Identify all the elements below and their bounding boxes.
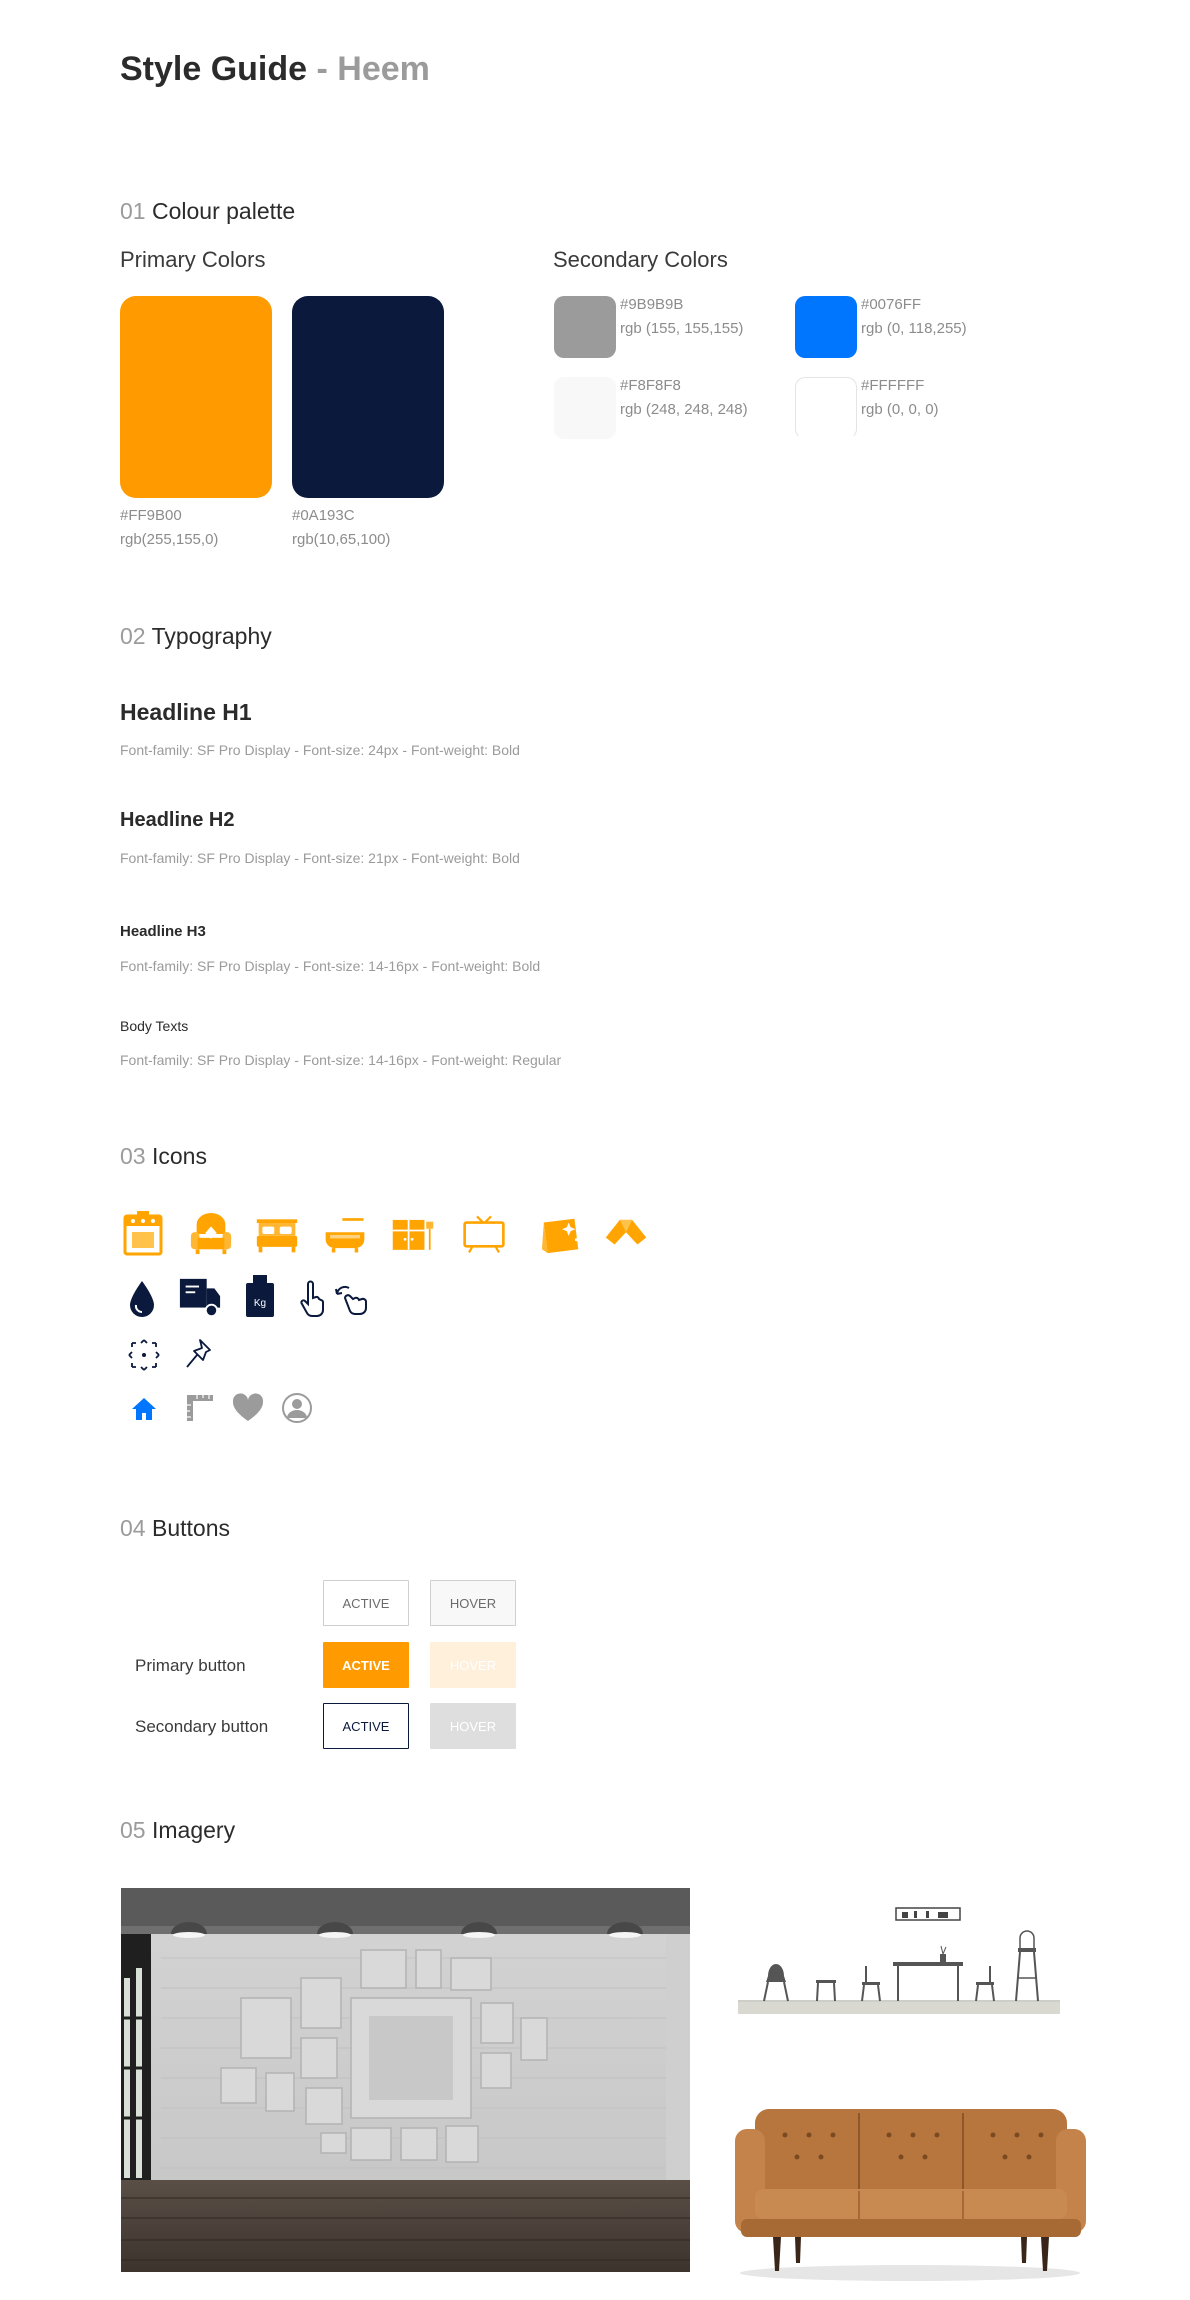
hex-value: #9B9B9B [620, 296, 684, 313]
title-separator: - [307, 50, 338, 88]
typography-h2-description: Font-family: SF Pro Display - Font-size:… [120, 850, 520, 866]
typography-body-sample: Body Texts [120, 1018, 189, 1034]
title-subtitle: Heem [337, 50, 430, 88]
primary-hover-button[interactable]: HOVER [430, 1642, 516, 1688]
hex-value: #F8F8F8 [620, 377, 681, 394]
section-heading-typography: 02 Typography [120, 623, 272, 650]
default-hover-button[interactable]: HOVER [430, 1580, 516, 1626]
section-number: 03 [120, 1143, 146, 1169]
section-title: Buttons [151, 1515, 230, 1541]
section-number: 04 [120, 1515, 146, 1541]
page-title: Style Guide - Heem [120, 50, 430, 89]
delivery-truck-icon [178, 1276, 222, 1320]
typography-h3-description: Font-family: SF Pro Display - Font-size:… [120, 958, 541, 974]
primary-active-button[interactable]: ACTIVE [323, 1642, 409, 1688]
secondary-active-button[interactable]: ACTIVE [323, 1703, 409, 1749]
rgb-value: rgb (0, 0, 0) [861, 401, 939, 418]
section-title: Imagery [151, 1817, 236, 1843]
section-title: Typography [151, 623, 272, 649]
pin-icon [178, 1332, 222, 1376]
leather-sofa-image [733, 2105, 1088, 2285]
rgb-value: rgb(255,155,0) [120, 531, 219, 548]
user-icon [275, 1386, 319, 1430]
swatch-label-light: #F8F8F8 rgb (248, 248, 248) [620, 374, 748, 422]
section-heading-imagery: 05 Imagery [120, 1817, 235, 1844]
primary-colors-heading: Primary Colors [120, 247, 266, 272]
heart-icon [226, 1386, 270, 1430]
section-title: Colour palette [151, 198, 296, 224]
water-drop-icon [120, 1277, 164, 1321]
move-arrows-icon [122, 1333, 166, 1377]
section-heading-icons: 03 Icons [120, 1143, 207, 1170]
typography-h2-sample: Headline H2 [120, 809, 235, 831]
swatch-secondary-light [554, 377, 616, 439]
section-title: Icons [151, 1143, 207, 1169]
home-icon [122, 1387, 166, 1431]
default-active-button[interactable]: ACTIVE [323, 1580, 409, 1626]
section-number: 05 [120, 1817, 146, 1843]
box-sparkle-icon [540, 1212, 584, 1256]
secondary-button-label: Secondary button [135, 1717, 269, 1736]
section-heading-palette: 01 Colour palette [120, 198, 295, 225]
swatch-secondary-gray [554, 296, 616, 358]
stove-icon [121, 1211, 165, 1256]
title-main: Style Guide [120, 50, 308, 88]
rgb-value: rgb (0, 118,255) [861, 320, 967, 337]
section-number: 02 [120, 623, 146, 649]
swatch-secondary-blue [795, 296, 857, 358]
section-heading-buttons: 04 Buttons [120, 1515, 230, 1542]
rgb-value: rgb(10,65,100) [292, 531, 391, 548]
rgb-value: rgb (155, 155,155) [620, 320, 744, 337]
gallery-room-image [121, 1888, 690, 2272]
dining-furniture-image [738, 1906, 1060, 2014]
hex-value: #FFFFFF [861, 377, 925, 394]
weight-kg-icon: Kg [238, 1274, 282, 1318]
hex-value: #0A193C [292, 507, 355, 524]
ruler-icon [178, 1386, 222, 1430]
typography-body-description: Font-family: SF Pro Display - Font-size:… [120, 1052, 562, 1068]
swatch-secondary-white [795, 377, 857, 439]
swatch-primary-navy [292, 296, 444, 498]
kg-label: Kg [254, 1298, 266, 1309]
tv-icon [462, 1212, 506, 1256]
rgb-value: rgb (248, 248, 248) [620, 401, 748, 418]
typography-h3-sample: Headline H3 [120, 923, 206, 940]
hex-value: #0076FF [861, 296, 922, 313]
swatch-label-navy: #0A193C rgb(10,65,100) [292, 504, 390, 552]
armchair-icon [189, 1212, 233, 1256]
secondary-hover-button[interactable]: HOVER [430, 1703, 516, 1749]
typography-h1-description: Font-family: SF Pro Display - Font-size:… [120, 742, 520, 758]
typography-h1-sample: Headline H1 [120, 699, 252, 725]
primary-button-label: Primary button [135, 1656, 246, 1675]
swatch-label-orange: #FF9B00 rgb(255,155,0) [120, 504, 218, 552]
cabinet-icon [391, 1212, 435, 1256]
swatch-primary-orange [120, 296, 272, 498]
swatch-label-gray: #9B9B9B rgb (155, 155,155) [620, 293, 743, 341]
swatch-label-white: #FFFFFF rgb (0, 0, 0) [861, 374, 939, 422]
secondary-colors-heading: Secondary Colors [553, 247, 728, 272]
swipe-hand-icon [331, 1276, 375, 1320]
bed-icon [255, 1212, 299, 1256]
tap-hand-icon [290, 1276, 334, 1320]
swatch-label-blue: #0076FF rgb (0, 118,255) [861, 293, 967, 341]
cloth-icon [604, 1212, 648, 1256]
section-number: 01 [120, 198, 146, 224]
bathtub-icon [323, 1212, 367, 1256]
hex-value: #FF9B00 [120, 507, 182, 524]
